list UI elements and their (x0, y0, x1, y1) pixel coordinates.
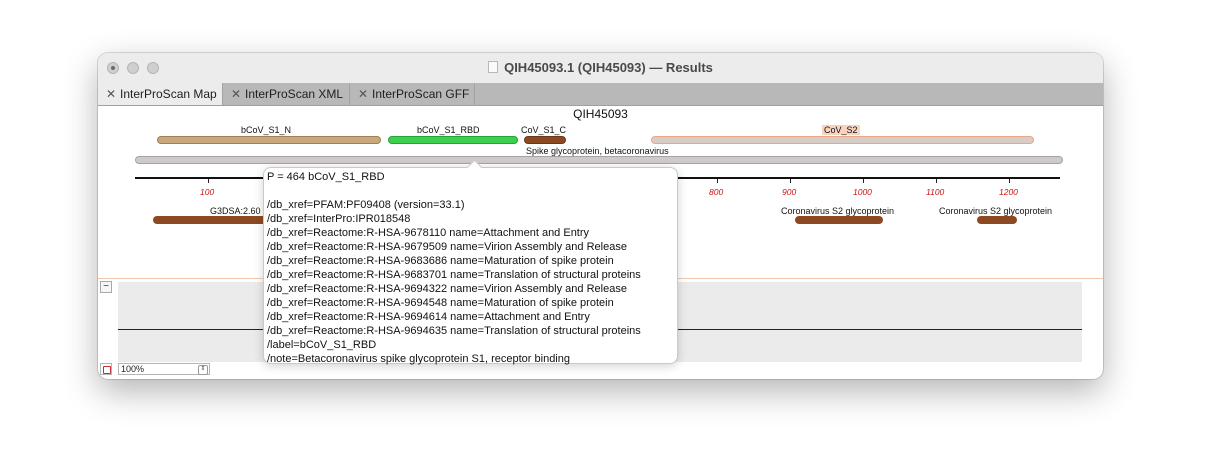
ruler-tick-mark (790, 179, 791, 183)
feature-tooltip: P = 464 bCoV_S1_RBD /db_xref=PFAM:PF0940… (263, 159, 678, 365)
tooltip-line: /db_xref=Reactome:R-HSA-9694614 name=Att… (267, 311, 590, 323)
ruler-tick-label: 1100 (926, 187, 945, 197)
tooltip-line: /db_xref=Reactome:R-HSA-9694322 name=Vir… (267, 283, 627, 295)
window-title: QIH45093.1 (QIH45093) — Results (504, 60, 713, 75)
close-tab-icon[interactable]: ✕ (227, 83, 245, 105)
domain-label: bCoV_S1_RBD (417, 125, 480, 135)
export-icon[interactable] (100, 363, 112, 375)
zoom-value: 100% (121, 364, 145, 374)
domain-bar-bcov-s1-rbd[interactable] (388, 136, 518, 144)
tooltip-line: /db_xref=Reactome:R-HSA-9678110 name=Att… (267, 227, 590, 239)
tooltip-line: /db_xref=Reactome:R-HSA-9694548 name=Mat… (267, 297, 614, 309)
tab-interproscan-map[interactable]: ✕ InterProScan Map (98, 83, 223, 105)
window-title-wrap: QIH45093.1 (QIH45093) — Results (98, 60, 1103, 75)
chevron-updown-icon: ⇕ (198, 365, 208, 375)
tooltip-spacer (267, 184, 674, 198)
ruler-tick-mark (1009, 179, 1010, 183)
close-tab-icon[interactable]: ✕ (354, 83, 372, 105)
tooltip-line: /db_xref=Reactome:R-HSA-9683701 name=Tra… (267, 269, 641, 281)
ruler-tick-label: 1200 (999, 187, 1018, 197)
feature-bar-coronavirus-s2[interactable] (795, 216, 883, 224)
ruler-tick-label: 1000 (853, 187, 872, 197)
ruler-tick-mark (863, 179, 864, 183)
tab-interproscan-xml[interactable]: ✕ InterProScan XML (223, 83, 350, 105)
tooltip-line: /db_xref=PFAM:PF09408 (version=33.1) (267, 199, 465, 211)
tooltip-line: /db_xref=Reactome:R-HSA-9679509 name=Vir… (267, 241, 627, 253)
ruler-tick-mark (936, 179, 937, 183)
feature-label: Coronavirus S2 glycoprotein (939, 206, 1053, 216)
sequence-family-bar[interactable] (135, 156, 1063, 164)
family-label: Spike glycoprotein, betacoronavirus (526, 146, 669, 156)
document-icon (488, 61, 499, 73)
tab-label: InterProScan Map (120, 87, 217, 101)
domain-label: CoV_S1_C (521, 125, 567, 135)
tooltip-line: /db_xref=Reactome:R-HSA-9683686 name=Mat… (267, 255, 614, 267)
sequence-name: QIH45093 (573, 107, 628, 121)
tab-label: InterProScan GFF (372, 87, 470, 101)
export-icon-glyph (103, 366, 111, 374)
tab-interproscan-gff[interactable]: ✕ InterProScan GFF (350, 83, 475, 105)
tab-bar: ✕ InterProScan Map ✕ InterProScan XML ✕ Int… (98, 83, 1103, 106)
tooltip-line: /db_xref=Reactome:R-HSA-9694635 name=Tra… (267, 325, 641, 337)
tooltip-line: /db_xref=InterPro:IPR018548 (267, 213, 411, 225)
domain-label: CoV_S2 (822, 125, 860, 135)
ruler-tick-label: 800 (709, 187, 724, 197)
close-tab-icon[interactable]: ✕ (102, 83, 120, 105)
ruler-tick-mark (208, 179, 209, 183)
domain-bar-cov-s1-c[interactable] (524, 136, 566, 144)
tab-label: InterProScan XML (245, 87, 344, 101)
results-window: QIH45093.1 (QIH45093) — Results ✕ InterPr… (98, 53, 1103, 379)
zoom-select[interactable]: 100% ⇕ (118, 363, 210, 375)
feature-label: Coronavirus S2 glycoprotein (781, 206, 895, 216)
tooltip-line: /note=Betacoronavirus spike glycoprotein… (267, 353, 570, 365)
ruler-tick-label: 100 (200, 187, 215, 197)
ruler-tick-mark (717, 179, 718, 183)
ruler-tick-label: 900 (782, 187, 797, 197)
feature-bar-g3dsa[interactable] (153, 216, 267, 224)
collapse-button[interactable]: − (100, 281, 112, 293)
title-bar: QIH45093.1 (QIH45093) — Results (98, 53, 1103, 84)
tooltip-header: P = 464 bCoV_S1_RBD (267, 171, 385, 183)
feature-label: G3DSA:2.60 (210, 206, 261, 216)
domain-bar-cov-s2[interactable] (651, 136, 1034, 144)
domain-bar-bcov-s1-n[interactable] (157, 136, 381, 144)
tooltip-line: /label=bCoV_S1_RBD (267, 339, 377, 351)
domain-label: bCoV_S1_N (241, 125, 292, 135)
feature-bar-coronavirus-s2[interactable] (977, 216, 1017, 224)
